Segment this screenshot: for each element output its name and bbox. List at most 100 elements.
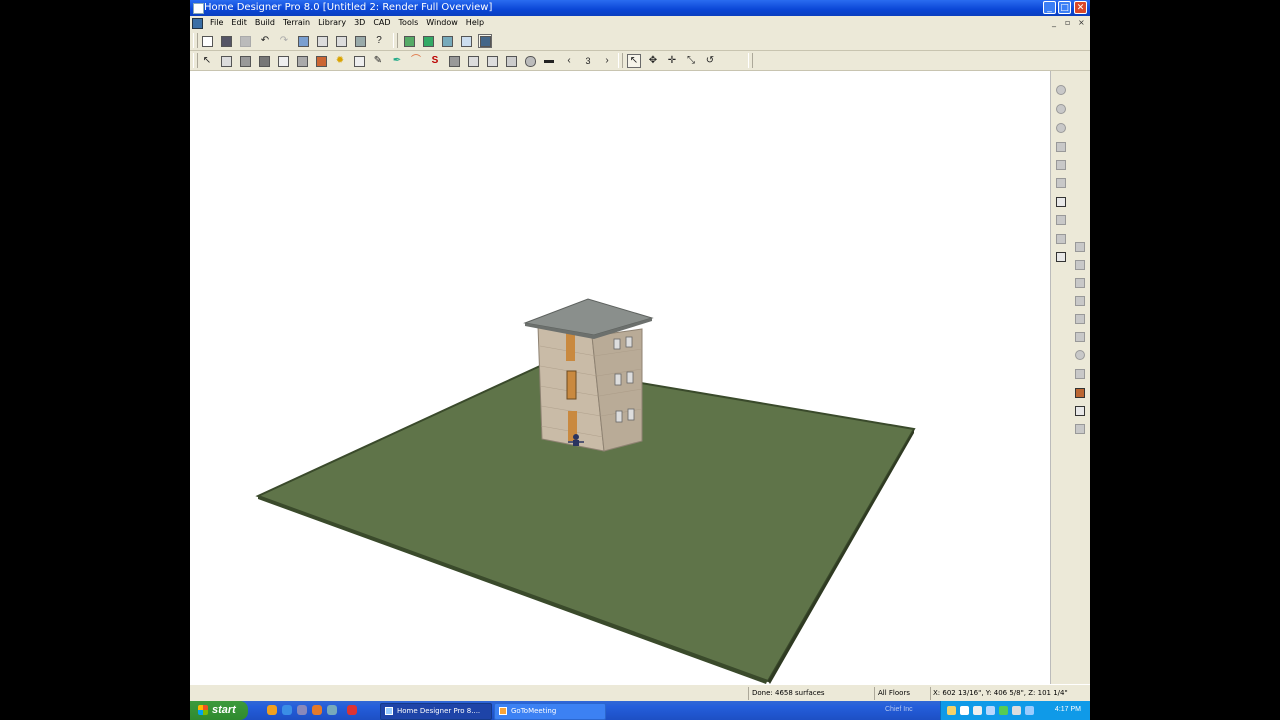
mouse-orbit-icon[interactable]	[1054, 195, 1068, 209]
point-icon[interactable]	[1073, 330, 1087, 344]
electrical-tools-icon[interactable]	[352, 54, 366, 68]
fireplace-tools-icon[interactable]	[314, 54, 328, 68]
grid-icon[interactable]	[1073, 367, 1087, 381]
move-icon[interactable]: ✥	[646, 54, 660, 68]
start-button[interactable]: start	[190, 701, 248, 720]
menu-library[interactable]: Library	[314, 18, 350, 27]
tray-icon[interactable]	[999, 706, 1008, 715]
save-icon[interactable]	[219, 34, 233, 48]
floor-up-icon[interactable]: ›	[600, 54, 614, 68]
text-tools-icon[interactable]	[485, 54, 499, 68]
glass-house-icon[interactable]	[1054, 232, 1068, 246]
print-icon[interactable]	[238, 34, 252, 48]
dimension-tools-icon[interactable]	[466, 54, 480, 68]
cabinet-tools-icon[interactable]	[238, 54, 252, 68]
task-home-designer[interactable]: Home Designer Pro 8....	[380, 703, 492, 720]
toolbar-grip[interactable]	[748, 53, 753, 68]
pan-icon[interactable]: ✛	[665, 54, 679, 68]
menu-edit[interactable]: Edit	[227, 18, 251, 27]
camera-view-icon[interactable]	[421, 34, 435, 48]
close-button[interactable]: ✕	[1074, 1, 1087, 14]
terrain-tools-icon[interactable]	[504, 54, 518, 68]
window-tools-icon[interactable]	[276, 54, 290, 68]
stairs-tools-icon[interactable]	[295, 54, 309, 68]
rainbow-material-icon[interactable]: ⌒	[409, 54, 423, 68]
select-arrow-icon[interactable]: ↖	[200, 54, 214, 68]
toolbar-grip[interactable]	[193, 53, 198, 68]
rotate-icon[interactable]: ↺	[703, 54, 717, 68]
tray-icon[interactable]	[973, 706, 982, 715]
tray-icon[interactable]	[947, 706, 956, 715]
undo-zoom-icon[interactable]	[1054, 158, 1068, 172]
wall-type-icon[interactable]	[1073, 240, 1087, 254]
toolbar-grip[interactable]	[193, 33, 198, 48]
menu-cad[interactable]: CAD	[369, 18, 394, 27]
tray-icon[interactable]	[986, 706, 995, 715]
angle-snap-icon[interactable]	[1073, 422, 1087, 436]
firefox-icon[interactable]	[267, 705, 277, 715]
snap-grid-icon[interactable]	[1073, 386, 1087, 400]
arc-icon[interactable]	[1073, 348, 1087, 362]
floor-plan-view-icon[interactable]	[402, 34, 416, 48]
menu-file[interactable]: File	[206, 18, 227, 27]
minimize-button[interactable]: _	[1043, 1, 1056, 14]
open-object-icon[interactable]	[315, 34, 329, 48]
sink-tools-icon[interactable]	[523, 54, 537, 68]
elevation-view-icon[interactable]	[459, 34, 473, 48]
toolbar-grip[interactable]	[393, 33, 398, 48]
menu-build[interactable]: Build	[251, 18, 279, 27]
ie-icon[interactable]	[282, 705, 292, 715]
volume-icon[interactable]	[1012, 706, 1021, 715]
select-objects-icon[interactable]	[296, 34, 310, 48]
fill-window-icon[interactable]	[1054, 140, 1068, 154]
document-icon[interactable]	[192, 18, 203, 29]
app-quicklaunch-icon[interactable]	[312, 705, 322, 715]
tray-icon[interactable]	[960, 706, 969, 715]
desktop-icon[interactable]	[297, 705, 307, 715]
room-icon[interactable]	[1073, 258, 1087, 272]
menu-3d[interactable]: 3D	[350, 18, 369, 27]
maximize-button[interactable]: □	[1058, 1, 1071, 14]
spline-tools-icon[interactable]: S	[428, 54, 442, 68]
app-quicklaunch-icon[interactable]	[347, 705, 357, 715]
resize-icon[interactable]: ⤡	[684, 54, 698, 68]
menu-window[interactable]: Window	[422, 18, 462, 27]
cross-section-icon[interactable]	[478, 34, 492, 48]
library-browser-icon[interactable]	[353, 34, 367, 48]
select-pointer-icon[interactable]: ↖	[627, 54, 641, 68]
menu-help[interactable]: Help	[462, 18, 488, 27]
zoom-icon[interactable]	[1054, 83, 1068, 97]
rendering-icon[interactable]	[1054, 250, 1068, 264]
wall-tools-icon[interactable]	[219, 54, 233, 68]
help-icon[interactable]: ?	[372, 34, 386, 48]
task-gotomeeting[interactable]: GoToMeeting	[494, 703, 606, 720]
network-icon[interactable]	[1025, 706, 1034, 715]
doc-close-button[interactable]: ×	[1078, 18, 1085, 27]
doc-minimize-button[interactable]: _	[1052, 18, 1056, 27]
zoom-out-icon[interactable]	[1054, 121, 1068, 135]
light-tools-icon[interactable]: ✹	[333, 54, 347, 68]
column-tools-icon[interactable]	[447, 54, 461, 68]
undo-icon[interactable]: ↶	[258, 34, 272, 48]
overview-icon[interactable]	[440, 34, 454, 48]
floor-down-icon[interactable]: ‹	[562, 54, 576, 68]
edit-area-icon[interactable]	[334, 34, 348, 48]
walkthrough-icon[interactable]	[1054, 213, 1068, 227]
fixture-icon[interactable]	[1073, 294, 1087, 308]
menu-terrain[interactable]: Terrain	[279, 18, 314, 27]
render-canvas[interactable]	[190, 71, 1050, 684]
title-bar[interactable]: Home Designer Pro 8.0 [Untitled 2: Rende…	[190, 0, 1090, 16]
measure-icon[interactable]	[1073, 312, 1087, 326]
swap-view-icon[interactable]	[1054, 176, 1068, 190]
doc-restore-button[interactable]: ▫	[1065, 18, 1070, 27]
cad-line-tools-icon[interactable]: ✎	[371, 54, 385, 68]
menu-tools[interactable]: Tools	[395, 18, 423, 27]
bed-tools-icon[interactable]: ▬	[542, 54, 556, 68]
door-tools-icon[interactable]	[257, 54, 271, 68]
dimension-icon[interactable]	[1073, 404, 1087, 418]
zoom-in-icon[interactable]	[1054, 102, 1068, 116]
toolbar-grip[interactable]	[618, 53, 623, 68]
redo-icon[interactable]: ↷	[277, 34, 291, 48]
pen-tools-icon[interactable]: ✒	[390, 54, 404, 68]
new-file-icon[interactable]	[200, 34, 214, 48]
